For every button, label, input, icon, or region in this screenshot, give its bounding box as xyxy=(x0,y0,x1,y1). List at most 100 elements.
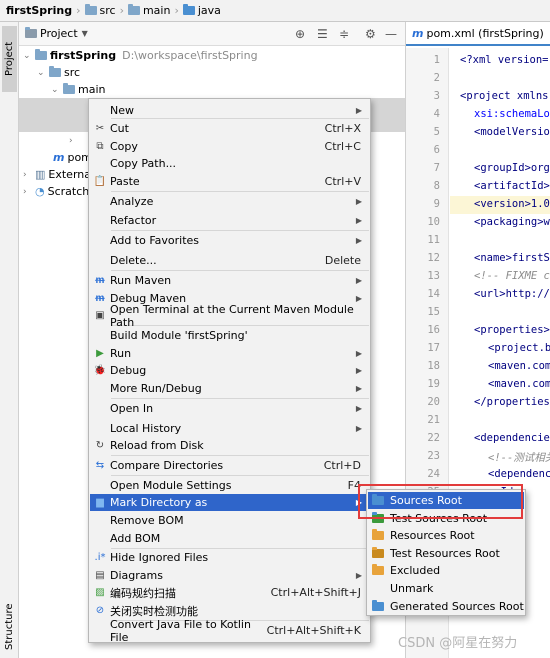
code-line: <!-- FIXME c xyxy=(474,270,550,282)
chevron-right-icon[interactable]: › xyxy=(23,170,35,180)
tree-node-scratches[interactable]: › ◔ Scratch xyxy=(23,183,89,200)
menu-item-label: Hide Ignored Files xyxy=(110,551,209,564)
project-panel-title[interactable]: Project xyxy=(40,27,78,40)
menu-item-mark-directory-as[interactable]: ▆ Mark Directory as ▶ xyxy=(90,494,369,511)
menu-item-diagrams[interactable]: ▤ Diagrams ▶ xyxy=(90,567,369,584)
menu-item-open-terminal-at-the-current-maven-module-path[interactable]: ▣ Open Terminal at the Current Maven Modu… xyxy=(90,303,369,329)
menu-item-copy[interactable]: ⧉ Copy Ctrl+C xyxy=(90,138,369,155)
chevron-down-icon[interactable]: ⌄ xyxy=(37,68,49,78)
line-number: 23 xyxy=(427,450,440,462)
submenu-item-unmark[interactable]: Unmark xyxy=(368,580,524,597)
submenu-item-label: Resources Root xyxy=(390,529,475,542)
submenu-item-excluded[interactable]: Excluded xyxy=(368,562,524,579)
code-line: <packaging>w xyxy=(474,216,550,228)
menu-item-label: New xyxy=(110,104,134,117)
expand-all-icon[interactable]: ☰ xyxy=(317,27,328,41)
hide-icon[interactable]: — xyxy=(385,27,397,41)
context-menu: New ▶ ✂ Cut Ctrl+X ⧉ Copy Ctrl+C Copy Path... 📋 Pa… xyxy=(88,98,371,644)
tree-node-collapsed[interactable]: › xyxy=(69,132,81,149)
diagrams-icon: ▤ xyxy=(95,570,105,581)
breadcrumb-main[interactable]: main xyxy=(143,4,170,17)
menu-separator xyxy=(111,270,369,271)
menu-item-local-history[interactable]: Local History ▶ xyxy=(90,420,369,437)
chevron-right-icon[interactable]: › xyxy=(69,136,81,146)
menu-item-new[interactable]: New ▶ xyxy=(90,102,369,119)
menu-item-open-module-settings[interactable]: Open Module Settings F4 xyxy=(90,477,369,494)
watermark: CSDN @阿星在努力 xyxy=(398,636,518,651)
folder-icon xyxy=(84,4,97,15)
menu-item-hide-ignored-files[interactable]: .i* Hide Ignored Files xyxy=(90,549,369,566)
collapse-all-icon[interactable]: ≑ xyxy=(339,27,349,41)
submenu-arrow-icon: ▶ xyxy=(355,404,362,413)
menu-separator xyxy=(111,398,369,399)
editor-tab-pom[interactable]: m pom.xml (firstSpring) xyxy=(406,22,550,46)
menu-item-open-in[interactable]: Open In ▶ xyxy=(90,400,369,417)
menu-item-label: Open In xyxy=(110,402,154,415)
resources-root-icon xyxy=(368,529,390,540)
menu-item-analyze[interactable]: Analyze ▶ xyxy=(90,193,369,210)
menu-item-add-bom[interactable]: Add BOM xyxy=(90,530,369,547)
submenu-item-test-resources-root[interactable]: Test Resources Root xyxy=(368,545,524,562)
chevron-down-icon[interactable]: ⌄ xyxy=(51,85,63,95)
scissors-icon: ✂ xyxy=(95,123,105,134)
menu-item-refactor[interactable]: Refactor ▶ xyxy=(90,212,369,229)
menu-separator xyxy=(111,455,369,456)
breadcrumb-project[interactable]: firstSpring xyxy=(6,4,72,17)
menu-item-debug[interactable]: 🐞 Debug ▶ xyxy=(90,362,369,379)
menu-item-convert-java-file-to-kotlin-file[interactable]: Convert Java File to Kotlin File Ctrl+Alt… xyxy=(90,618,369,644)
menu-item-delete[interactable]: Delete... Delete xyxy=(90,252,369,269)
breadcrumb-java[interactable]: java xyxy=(198,4,221,17)
menu-item-remove-bom[interactable]: Remove BOM xyxy=(90,512,369,529)
maven-icon: m xyxy=(412,26,424,40)
tree-node-project[interactable]: ⌄ firstSpring D:\workspace\firstSpring xyxy=(23,47,258,64)
menu-item-cut[interactable]: ✂ Cut Ctrl+X xyxy=(90,120,369,137)
menu-item-run-maven[interactable]: ᵯ Run Maven ▶ xyxy=(90,272,369,289)
menu-item-reload-from-disk[interactable]: ↻ Reload from Disk xyxy=(90,437,369,454)
scratches-label: Scratch xyxy=(47,185,90,198)
menu-item-[interactable]: ▨ 编码规约扫描 Ctrl+Alt+Shift+J xyxy=(90,584,369,601)
menu-item-shortcut: Ctrl+V xyxy=(324,175,361,188)
menu-item-compare-directories[interactable]: ⇆ Compare Directories Ctrl+D xyxy=(90,457,369,474)
line-number: 13 xyxy=(427,270,440,282)
maven-debug-icon: ᵯ xyxy=(95,293,105,304)
menu-item-shortcut: Ctrl+C xyxy=(324,140,361,153)
chevron-down-icon[interactable]: ▼ xyxy=(82,29,88,38)
generated-sources-icon xyxy=(368,600,390,611)
code-line: xsi:schemaLo xyxy=(474,108,550,120)
structure-tool-tab[interactable]: Structure xyxy=(2,600,17,654)
menu-item-paste[interactable]: 📋 Paste Ctrl+V xyxy=(90,173,369,190)
code-line: <properties> xyxy=(474,324,550,336)
menu-item-build-module-firstspring[interactable]: Build Module 'firstSpring' xyxy=(90,327,369,344)
locate-icon[interactable]: ⊕ xyxy=(295,27,305,41)
tree-node-pom[interactable]: m pom xyxy=(53,149,92,166)
tree-node-external-libraries[interactable]: › ▥ Externa xyxy=(23,166,91,183)
submenu-arrow-icon: ▶ xyxy=(355,349,362,358)
submenu-item-resources-root[interactable]: Resources Root xyxy=(368,527,524,544)
left-tool-strip: Project Structure xyxy=(0,22,19,658)
menu-item-more-run-debug[interactable]: More Run/Debug ▶ xyxy=(90,380,369,397)
menu-item-copy-path[interactable]: Copy Path... xyxy=(90,155,369,172)
code-line: <name>firstS xyxy=(474,252,550,264)
submenu-item-label: Excluded xyxy=(390,564,441,577)
debug-icon: 🐞 xyxy=(93,365,107,376)
menu-item-label: Cut xyxy=(110,122,129,135)
breadcrumb-src[interactable]: src xyxy=(100,4,116,17)
submenu-item-generated-sources-root[interactable]: Generated Sources Root xyxy=(368,598,524,615)
line-number: 4 xyxy=(433,108,440,120)
tree-node-src[interactable]: ⌄ src xyxy=(37,64,80,81)
folder-icon xyxy=(63,83,75,94)
submenu-item-label: Unmark xyxy=(390,582,434,595)
menu-item-add-to-favorites[interactable]: Add to Favorites ▶ xyxy=(90,232,369,249)
menu-item-run[interactable]: ▶ Run ▶ xyxy=(90,345,369,362)
menu-item-label: More Run/Debug xyxy=(110,382,202,395)
chevron-right-icon[interactable]: › xyxy=(23,187,35,197)
gear-icon[interactable]: ⚙ xyxy=(365,27,376,41)
menu-item-[interactable]: ⊘ 关闭实时检测功能 xyxy=(90,602,369,619)
tree-node-main[interactable]: ⌄ main xyxy=(51,81,105,98)
project-tool-tab[interactable]: Project xyxy=(2,26,17,92)
menu-item-shortcut: Ctrl+X xyxy=(324,122,361,135)
chevron-down-icon[interactable]: ⌄ xyxy=(23,51,35,61)
submenu-arrow-icon: ▶ xyxy=(355,384,362,393)
code-line: <version>1.0 xyxy=(474,198,550,210)
compare-icon: ⇆ xyxy=(95,460,105,471)
